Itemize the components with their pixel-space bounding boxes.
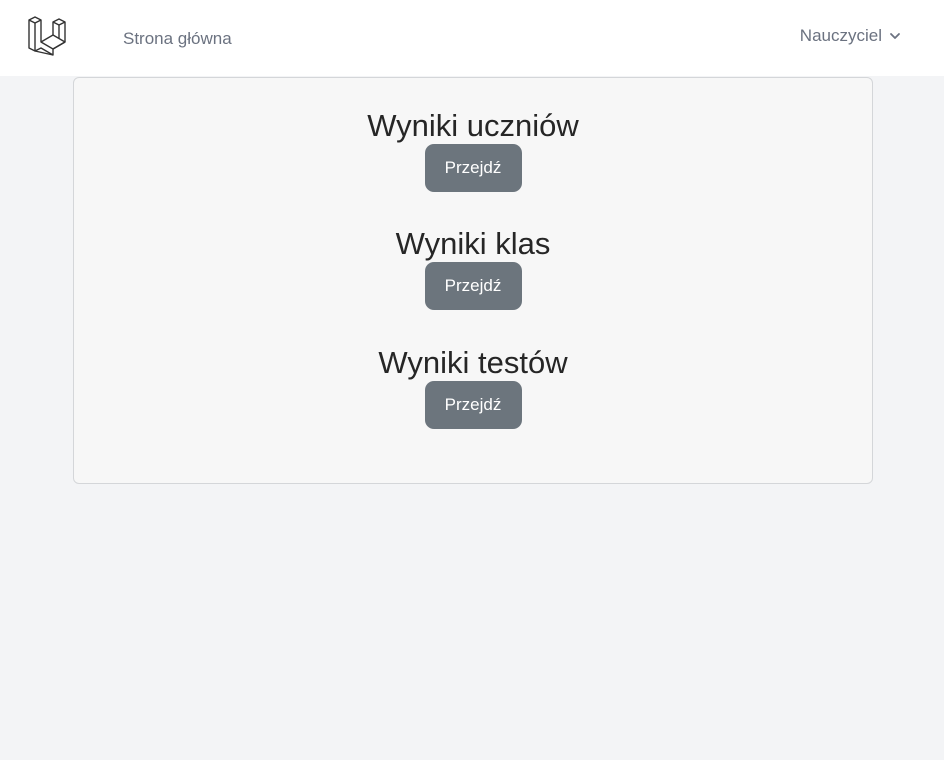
go-test-results-button[interactable]: Przejdź [424, 381, 522, 429]
go-student-results-button[interactable]: Przejdź [424, 144, 522, 192]
user-menu-dropdown[interactable]: Nauczyciel [800, 26, 902, 46]
section-title: Wyniki testów [378, 345, 568, 380]
section-student-results: Wyniki uczniów Przejdź [74, 108, 872, 192]
section-test-results: Wyniki testów Przejdź [74, 345, 872, 429]
go-class-results-button[interactable]: Przejdź [424, 262, 522, 310]
user-menu-label: Nauczyciel [799, 26, 882, 45]
section-class-results: Wyniki klas Przejdź [74, 226, 872, 310]
results-card: Wyniki uczniów Przejdź Wyniki klas Przej… [73, 77, 873, 484]
laravel-logo-icon[interactable] [27, 16, 67, 56]
top-navbar: Strona główna Nauczyciel [0, 0, 944, 76]
nav-link-home[interactable]: Strona główna [123, 29, 232, 49]
chevron-down-icon [890, 33, 900, 39]
section-title: Wyniki uczniów [367, 108, 579, 143]
section-title: Wyniki klas [395, 226, 551, 261]
